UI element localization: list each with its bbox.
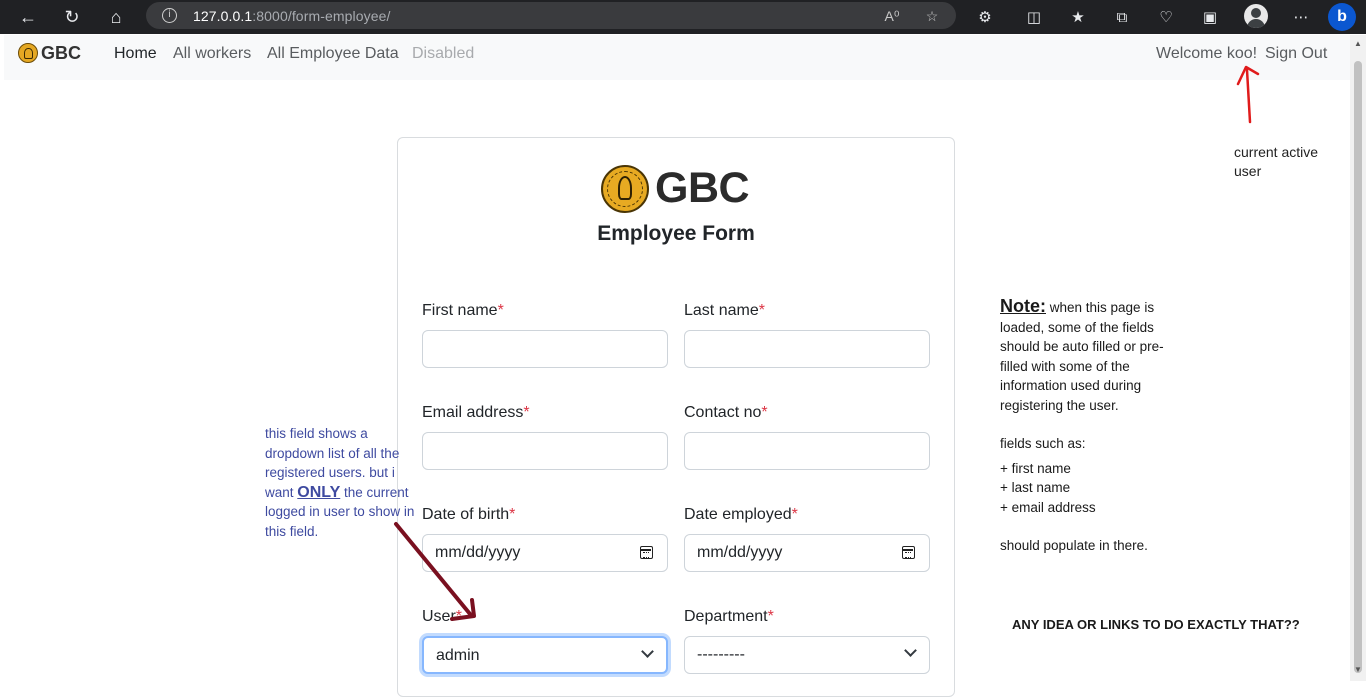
nav-home[interactable]: Home	[114, 45, 157, 63]
nav-all-workers[interactable]: All workers	[173, 45, 251, 63]
user-label: User*	[422, 608, 463, 625]
page-scrollbar[interactable]: ▲ ▼	[1350, 35, 1366, 681]
date-employed-input[interactable]: mm/dd/yyyy	[684, 534, 930, 572]
screenshot-icon[interactable]: ▣	[1198, 5, 1222, 29]
calendar-icon[interactable]	[902, 546, 915, 559]
last-name-input[interactable]	[684, 330, 930, 368]
date-employed-label: Date employed*	[684, 506, 798, 523]
more-menu-icon[interactable]: ⋯	[1289, 5, 1313, 29]
contact-label: Contact no*	[684, 404, 768, 421]
browser-toolbar: ← ↻ ⌂ i 127.0.0.1:8000/form-employee/ A⁰…	[0, 0, 1366, 34]
reload-icon[interactable]: ↻	[59, 4, 85, 30]
bing-copilot-icon[interactable]: b	[1328, 3, 1356, 31]
read-aloud-icon[interactable]: A⁰	[882, 6, 902, 26]
welcome-text: Welcome koo!	[1156, 45, 1258, 62]
scroll-up-icon[interactable]: ▲	[1353, 39, 1363, 49]
employee-form-card: GBC Employee Form First name* Last name*…	[397, 137, 955, 697]
split-screen-icon[interactable]: ◫	[1022, 5, 1046, 29]
calendar-icon[interactable]	[640, 546, 653, 559]
annotation-active-user: current active user	[1234, 144, 1319, 179]
annotation-question: ANY IDEA OR LINKS TO DO EXACTLY THAT??	[1012, 617, 1300, 632]
performance-icon[interactable]: ♡	[1154, 5, 1178, 29]
scroll-down-icon[interactable]: ▼	[1353, 665, 1363, 675]
dob-label: Date of birth*	[422, 506, 516, 523]
nav-disabled: Disabled	[412, 45, 475, 62]
chevron-down-icon	[641, 645, 654, 658]
email-input[interactable]	[422, 432, 668, 470]
site-info-icon[interactable]: i	[162, 8, 177, 23]
address-bar[interactable]: i 127.0.0.1:8000/form-employee/ A⁰ ☆	[146, 2, 956, 29]
favorite-star-icon[interactable]: ☆	[922, 6, 942, 26]
contact-input[interactable]	[684, 432, 930, 470]
last-name-label: Last name*	[684, 302, 765, 319]
first-name-label: First name*	[422, 302, 504, 319]
sign-out-link[interactable]: Sign Out	[1265, 45, 1327, 63]
back-icon[interactable]: ←	[15, 4, 41, 30]
annotation-note: Note: when this page is loaded, some of …	[1000, 296, 1164, 553]
seal-icon	[18, 43, 38, 63]
extensions-icon[interactable]: ⚙	[973, 5, 997, 29]
form-logo: GBC	[601, 164, 750, 213]
email-label: Email address*	[422, 404, 530, 421]
home-icon[interactable]: ⌂	[103, 4, 129, 30]
chevron-down-icon	[904, 644, 917, 657]
url-text[interactable]: 127.0.0.1:8000/form-employee/	[193, 8, 390, 24]
dob-input[interactable]: mm/dd/yyyy	[422, 534, 668, 572]
first-name-input[interactable]	[422, 330, 668, 368]
favorites-icon[interactable]: ★	[1066, 5, 1090, 29]
collections-icon[interactable]: ⧉	[1110, 5, 1134, 29]
user-select[interactable]: admin	[422, 636, 668, 674]
form-title: Employee Form	[597, 222, 755, 245]
app-navbar: GBC Home All workers All Employee Data D…	[4, 35, 1350, 80]
brand-logo[interactable]: GBC	[18, 41, 81, 65]
seal-icon	[601, 164, 649, 213]
annotation-user-field: this field shows a dropdown list of all …	[265, 426, 415, 539]
profile-avatar[interactable]	[1244, 4, 1268, 28]
scrollbar-thumb[interactable]	[1354, 61, 1362, 673]
department-select[interactable]: ---------	[684, 636, 930, 674]
nav-all-employee-data[interactable]: All Employee Data	[267, 45, 399, 63]
department-label: Department*	[684, 608, 774, 625]
